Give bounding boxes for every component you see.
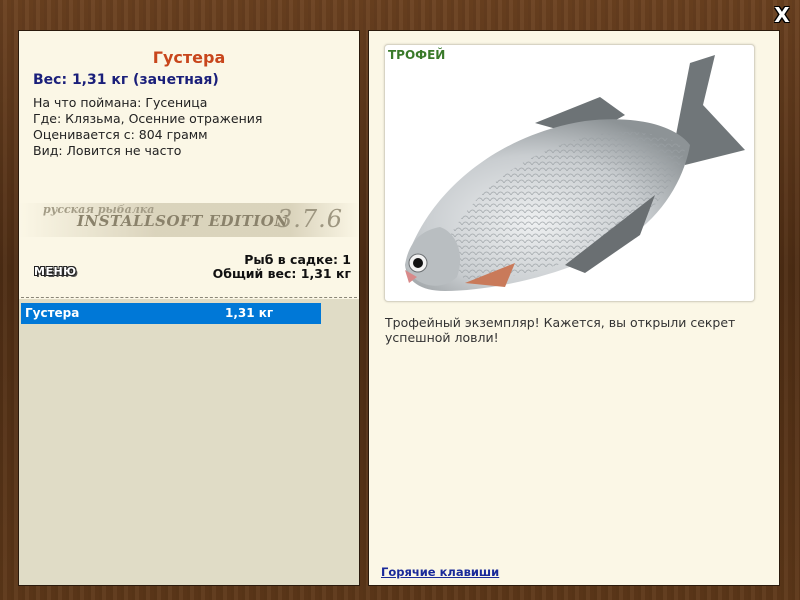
- fish-view: Вид: Ловится не часто: [33, 143, 182, 158]
- fish-photo-frame: ТРОФЕЙ: [384, 44, 755, 302]
- logo-version: 3.7.6: [277, 205, 344, 233]
- sadok-total-weight: Общий вес: 1,31 кг: [212, 266, 351, 281]
- fish-image: [405, 55, 745, 291]
- fish-bait: На что поймана: Гусеница: [33, 95, 208, 110]
- fish-info-panel: Густера Вес: 1,31 кг (зачетная) На что п…: [18, 30, 360, 586]
- fish-place: Где: Клязьма, Осенние отражения: [33, 111, 263, 126]
- catch-list-area: [19, 299, 359, 585]
- logo-edition: INSTALLSOFT EDITION: [77, 212, 289, 230]
- catch-fish-weight: 1,31 кг: [225, 306, 274, 320]
- fish-weight: Вес: 1,31 кг (зачетная): [33, 72, 219, 88]
- menu-button[interactable]: МЕНЮ: [34, 265, 77, 278]
- sadok-fish-count: Рыб в садке: 1: [244, 252, 351, 267]
- trophy-panel: ТРОФЕЙ Трофейный экземпляр! Кажется, вы …: [368, 30, 780, 586]
- fish-name-title: Густера: [152, 48, 226, 67]
- game-logo: русская рыбалка INSTALLSOFT EDITION 3.7.…: [19, 203, 359, 237]
- catch-list-row[interactable]: Густера 1,31 кг: [21, 303, 321, 324]
- catch-fish-name: Густера: [25, 306, 80, 320]
- close-button[interactable]: X: [772, 5, 792, 25]
- divider: [21, 297, 357, 298]
- trophy-description: Трофейный экземпляр! Кажется, вы открыли…: [385, 315, 736, 345]
- hotkeys-link[interactable]: Горячие клавиши: [381, 565, 499, 579]
- fish-value: Оценивается с: 804 грамм: [33, 127, 208, 142]
